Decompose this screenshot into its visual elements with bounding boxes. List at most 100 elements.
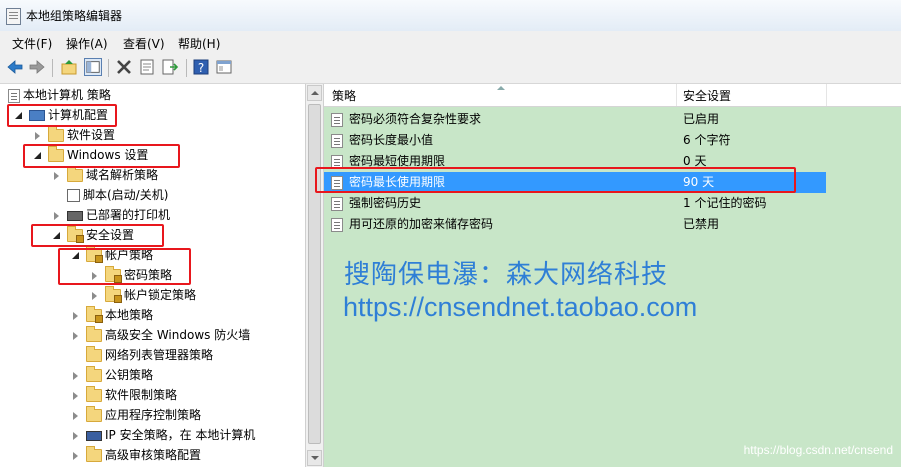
policy-name: 密码必须符合复杂性要求: [349, 112, 482, 126]
highlight-box: [23, 144, 180, 168]
tree-item-label: 公钥策略: [105, 368, 154, 382]
forward-arrow-icon[interactable]: [28, 58, 46, 76]
tree-item-label: 本地计算机 策略: [23, 88, 111, 102]
collapsed-toggle-icon[interactable]: [89, 290, 101, 302]
tree-item-public-key-policies[interactable]: 公钥策略: [70, 365, 153, 385]
policy-icon: [331, 112, 343, 127]
tree-item-label: 帐户锁定策略: [124, 288, 197, 302]
collapsed-toggle-icon[interactable]: [70, 330, 82, 342]
policy-row[interactable]: 密码必须符合复杂性要求 已启用: [324, 109, 901, 130]
security-folder-icon: [86, 306, 103, 323]
ip-security-icon: [86, 430, 102, 441]
collapsed-toggle-icon[interactable]: [51, 210, 63, 222]
menu-help[interactable]: 帮助(H): [178, 35, 220, 52]
column-header-policy[interactable]: 策略: [332, 84, 356, 106]
folder-icon: [86, 346, 102, 362]
app-icon: [6, 8, 21, 25]
highlight-box: [315, 167, 796, 193]
menu-action[interactable]: 操作(A): [66, 35, 108, 52]
folder-icon: [86, 406, 102, 422]
tree-item-label: 软件限制策略: [105, 388, 178, 402]
console-icon[interactable]: [215, 58, 233, 76]
tree-item-label: 高级安全 Windows 防火墙: [105, 328, 251, 342]
menu-bar: 文件(F) 操作(A) 查看(V) 帮助(H): [0, 31, 901, 53]
export-list-icon[interactable]: [161, 58, 179, 76]
tree-item-label: 网络列表管理器策略: [105, 348, 214, 362]
overlay-text-company: 搜陶保电瀑：森大网络科技: [344, 260, 669, 290]
show-hide-tree-icon[interactable]: [84, 58, 102, 76]
tree-item-ip-security[interactable]: IP 安全策略，在 本地计算机: [70, 425, 255, 445]
scroll-down-icon[interactable]: [307, 450, 322, 466]
column-divider[interactable]: [676, 84, 677, 106]
policy-icon: [331, 133, 343, 148]
up-folder-icon[interactable]: [60, 58, 78, 76]
back-arrow-icon[interactable]: [6, 58, 24, 76]
tree-item-local-computer-policy[interactable]: 本地计算机 策略: [6, 85, 111, 105]
collapsed-toggle-icon[interactable]: [70, 310, 82, 322]
tree-item-app-control[interactable]: 应用程序控制策略: [70, 405, 201, 425]
delete-icon[interactable]: [115, 58, 133, 76]
policy-icon: [331, 217, 343, 232]
folder-icon: [86, 386, 102, 402]
policy-name: 密码长度最小值: [349, 133, 434, 147]
doc-icon: [8, 88, 20, 103]
collapsed-toggle-icon[interactable]: [70, 410, 82, 422]
tree-item-windows-firewall[interactable]: 高级安全 Windows 防火墙: [70, 325, 250, 345]
tree-item-label: 已部署的打印机: [86, 208, 171, 222]
folder-icon: [86, 446, 102, 462]
tree-item-label: 高级审核策略配置: [105, 448, 202, 462]
tree-item-software-settings[interactable]: 软件设置: [32, 125, 115, 145]
title-bar: 本地组策略编辑器: [0, 0, 901, 32]
toolbar-separator: [186, 59, 187, 77]
highlight-box: [31, 224, 164, 247]
tree-item-deployed-printers[interactable]: 已部署的打印机: [51, 205, 170, 225]
tree-item-network-list-manager[interactable]: 网络列表管理器策略: [70, 345, 213, 365]
properties-icon[interactable]: [138, 58, 156, 76]
tree-item-label: 脚本(启动/关机): [83, 188, 169, 202]
tree-item-account-lockout-policy[interactable]: 帐户锁定策略: [89, 285, 196, 305]
folder-icon: [86, 366, 102, 382]
tree-item-label: 应用程序控制策略: [105, 408, 202, 422]
tree-pane[interactable]: 本地计算机 策略 计算机配置 软件设置 Windows 设置 域名解析策略 脚本…: [0, 84, 306, 467]
collapsed-toggle-icon[interactable]: [70, 430, 82, 442]
menu-file[interactable]: 文件(F): [12, 35, 52, 52]
scroll-thumb[interactable]: [308, 104, 321, 444]
sort-arrow-icon: [497, 86, 505, 90]
tree-item-local-policies[interactable]: 本地策略: [70, 305, 153, 325]
tree-scrollbar[interactable]: [306, 84, 324, 467]
collapsed-toggle-icon[interactable]: [70, 450, 82, 462]
folder-icon: [67, 166, 83, 182]
policy-setting: 已禁用: [683, 217, 720, 231]
list-header: 策略 安全设置: [324, 84, 901, 107]
folder-icon: [48, 126, 64, 142]
tree-item-name-resolution-policy[interactable]: 域名解析策略: [51, 165, 158, 185]
policy-row[interactable]: 密码长度最小值 6 个字符: [324, 130, 901, 151]
toolbar: ?: [0, 53, 901, 84]
policy-name: 强制密码历史: [349, 196, 422, 210]
policy-list-pane[interactable]: 策略 安全设置 密码必须符合复杂性要求 已启用 密码长度最小值 6 个字符 密码…: [315, 84, 901, 467]
toolbar-separator: [108, 59, 109, 77]
policy-row[interactable]: 用可还原的加密来储存密码 已禁用: [324, 214, 901, 235]
tree-item-scripts[interactable]: 脚本(启动/关机): [51, 185, 168, 205]
tree-item-software-restriction[interactable]: 软件限制策略: [70, 385, 177, 405]
policy-setting: 1 个记住的密码: [683, 196, 767, 210]
script-icon: [67, 189, 80, 202]
policy-row[interactable]: 强制密码历史 1 个记住的密码: [324, 193, 901, 214]
column-divider[interactable]: [826, 84, 827, 106]
collapsed-toggle-icon[interactable]: [70, 370, 82, 382]
policy-icon: [331, 196, 343, 211]
collapsed-toggle-icon[interactable]: [70, 390, 82, 402]
column-header-setting[interactable]: 安全设置: [683, 84, 731, 106]
policy-setting: 6 个字符: [683, 133, 731, 147]
policy-setting: 已启用: [683, 112, 720, 126]
scroll-up-icon[interactable]: [307, 85, 322, 101]
tree-item-label: 软件设置: [67, 128, 116, 142]
menu-view[interactable]: 查看(V): [123, 35, 165, 52]
window-title: 本地组策略编辑器: [26, 9, 123, 23]
collapsed-toggle-icon[interactable]: [32, 130, 44, 142]
collapsed-toggle-icon[interactable]: [51, 170, 63, 182]
highlight-box: [58, 248, 191, 285]
tree-item-advanced-audit[interactable]: 高级审核策略配置: [70, 445, 201, 465]
help-icon[interactable]: ?: [192, 58, 210, 76]
tree-item-label: 本地策略: [105, 308, 154, 322]
